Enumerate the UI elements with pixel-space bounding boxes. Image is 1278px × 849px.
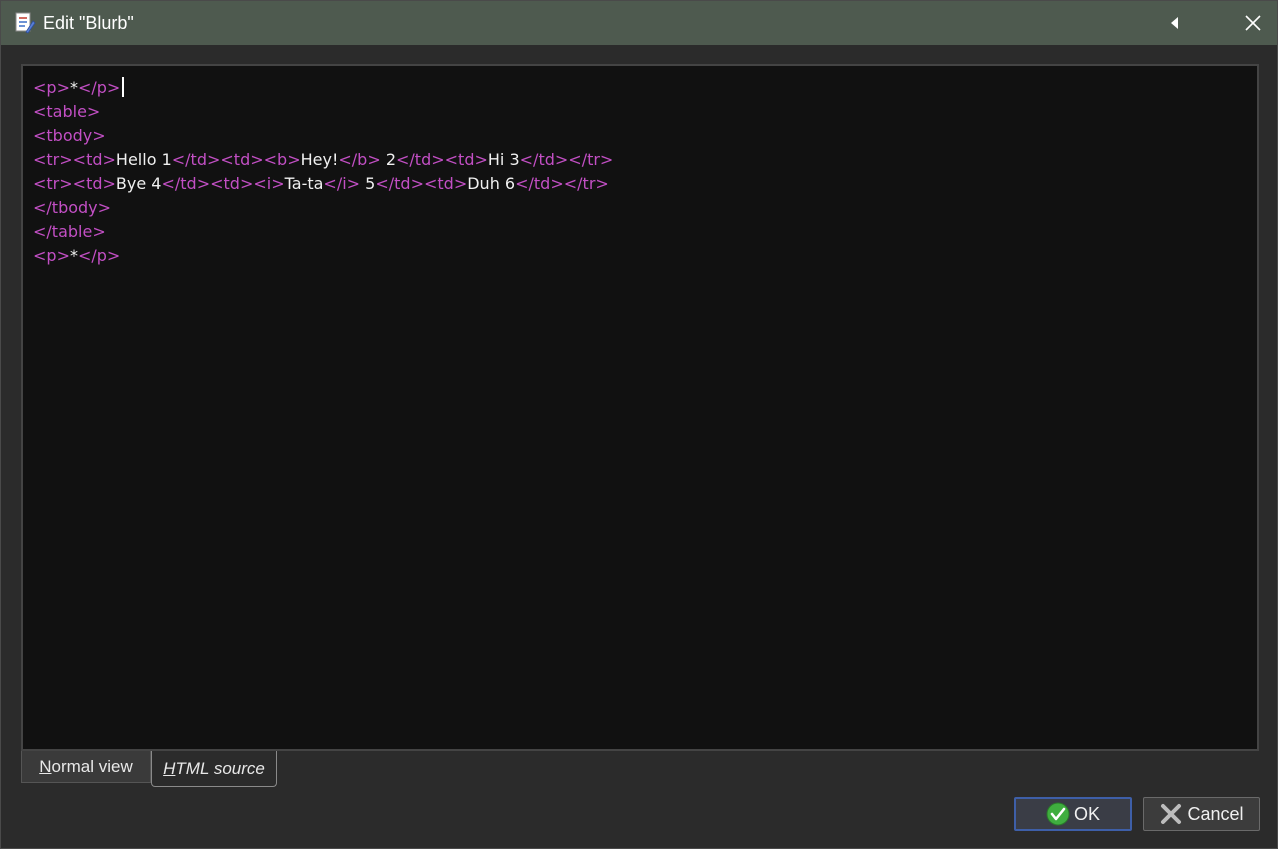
close-icon[interactable] (1237, 7, 1269, 39)
code-tag: </i> (323, 174, 361, 193)
code-tag: </td> (519, 150, 569, 169)
cancel-button[interactable]: Cancel (1143, 797, 1260, 831)
code-tag: </td> (515, 174, 564, 193)
code-text: Hello 1 (115, 150, 172, 169)
code-text: Bye 4 (115, 174, 162, 193)
document-edit-icon (14, 12, 36, 34)
x-icon (1159, 802, 1183, 826)
code-tag: <td> (423, 174, 468, 193)
code-tag: </b> (338, 150, 381, 169)
code-tag: <tr> (33, 150, 73, 169)
title-bar: Edit "Blurb" (1, 1, 1277, 45)
code-text: Ta-ta (284, 174, 324, 193)
cancel-label: Cancel (1187, 803, 1244, 824)
tab-label-mnemonic: N (39, 756, 52, 776)
code-text: Hey! (300, 150, 339, 169)
code-tag: <i> (253, 174, 285, 193)
code-line: </tbody> (33, 196, 1257, 220)
check-circle-icon (1046, 802, 1070, 826)
code-tag: </td> (171, 150, 221, 169)
code-tag: <td> (210, 174, 254, 193)
code-tag: </table> (33, 222, 106, 241)
code-tag: </td> (396, 150, 445, 169)
code-line: <tbody> (33, 124, 1257, 148)
edit-dialog: Edit "Blurb" <p>*</p> <table> <tbody> <tr><… (0, 0, 1278, 849)
tab-label-mnemonic: H (163, 758, 176, 778)
text-caret (122, 77, 125, 97)
code-tag: </td> (375, 174, 424, 193)
tab-html-source[interactable]: H TML source (151, 751, 277, 787)
code-line: <tr><td>Hello 1</td><td><b>Hey!</b> 2</t… (33, 148, 1257, 172)
code-tag: </tr> (563, 174, 609, 193)
code-text: Duh 6 (467, 174, 516, 193)
tab-label: ormal view (51, 756, 133, 776)
code-text: 2 (380, 150, 396, 169)
code-tag: <td> (444, 150, 488, 169)
code-line: </table> (33, 220, 1257, 244)
code-tag: </tbody> (33, 198, 112, 217)
code-line: <p>*</p> (33, 76, 1257, 100)
code-text: Hi 3 (487, 150, 520, 169)
code-tag: <table> (33, 102, 101, 121)
code-tag: <p> (33, 78, 70, 97)
code-text: * (69, 78, 78, 97)
code-tag: <b> (263, 150, 301, 169)
triangle-left-icon[interactable] (1161, 9, 1189, 37)
code-tag: <td> (220, 150, 264, 169)
code-tag: </p> (77, 246, 121, 265)
tab-label: TML source (175, 758, 265, 778)
code-tag: </p> (77, 78, 121, 97)
tab-normal-view[interactable]: Normal view (21, 751, 151, 783)
code-text: * (69, 246, 78, 265)
code-tag: <tr> (33, 174, 73, 193)
code-tag: <td> (72, 150, 116, 169)
ok-label: OK (1073, 803, 1100, 824)
code-line: <tr><td>Bye 4</td><td><i>Ta-ta</i> 5</td… (33, 172, 1257, 196)
code-tag: <tbody> (33, 126, 106, 145)
html-source-editor[interactable]: <p>*</p> <table> <tbody> <tr><td>Hello 1</t… (21, 64, 1259, 751)
code-tag: <p> (33, 246, 70, 265)
code-line: <table> (33, 100, 1257, 124)
window-title: Edit "Blurb" (43, 13, 134, 33)
code-tag: </td> (161, 174, 211, 193)
code-text: 5 (360, 174, 376, 193)
code-tag: <td> (72, 174, 116, 193)
ok-button[interactable]: OK (1014, 797, 1132, 831)
code-line: <p>*</p> (33, 244, 1257, 268)
code-tag: </tr> (568, 150, 614, 169)
